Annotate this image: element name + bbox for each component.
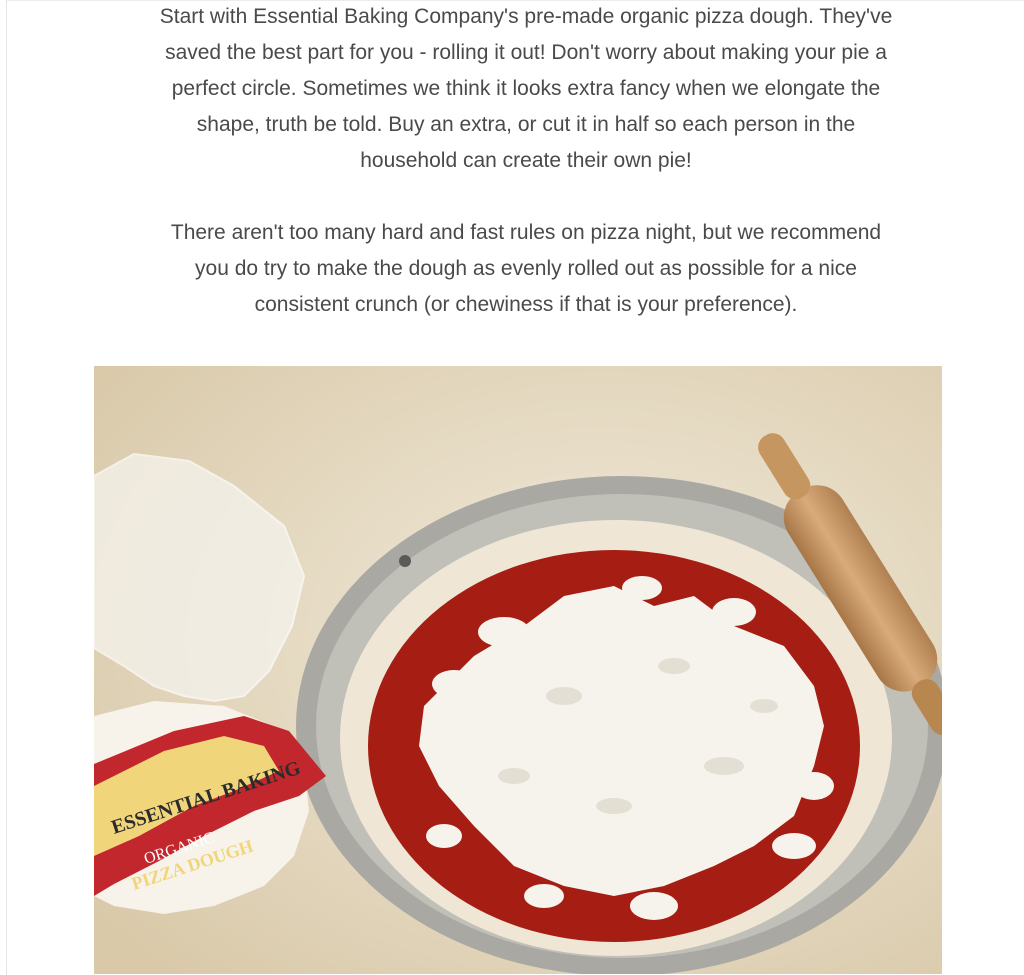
pizza-photo-illustration: ESSENTIAL BAKING ORGANIC PIZZA DOUGH bbox=[94, 366, 942, 974]
paragraph-line: There aren't too many hard and fast rule… bbox=[170, 221, 882, 244]
paragraph-line: shape, truth be told. Buy an extra, or c… bbox=[196, 113, 856, 136]
paragraph-line: perfect circle. Sometimes we think it lo… bbox=[171, 77, 881, 100]
paragraph-line: you do try to make the dough as evenly r… bbox=[195, 257, 857, 280]
paragraph-line: household can create their own pie! bbox=[360, 149, 692, 172]
tips-paragraph: There aren't too many hard and fast rule… bbox=[103, 215, 949, 323]
pizza-photo: ESSENTIAL BAKING ORGANIC PIZZA DOUGH bbox=[94, 366, 942, 974]
intro-paragraph: Start with Essential Baking Company's pr… bbox=[103, 0, 949, 179]
paragraph-line: Start with Essential Baking Company's pr… bbox=[159, 5, 893, 28]
paragraph-line: consistent crunch (or chewiness if that … bbox=[254, 293, 798, 316]
paragraph-line: saved the best part for you - rolling it… bbox=[165, 41, 887, 64]
